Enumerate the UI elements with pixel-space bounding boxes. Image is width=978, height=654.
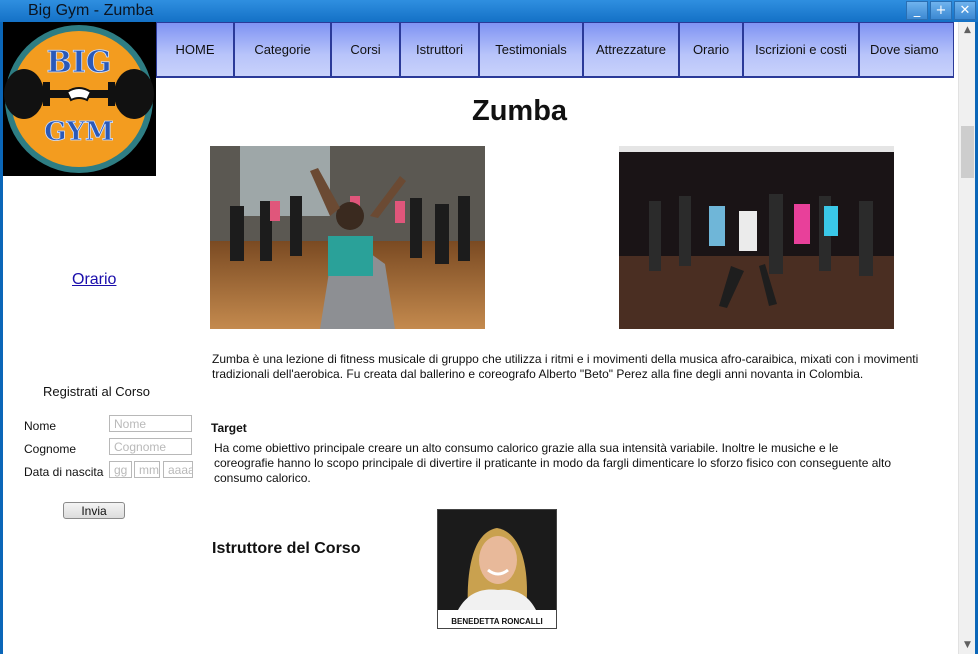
scroll-down-arrow-icon[interactable]: ▼ (959, 637, 975, 654)
submit-button[interactable]: Invia (63, 502, 125, 519)
window-buttons: _ + ✕ (906, 1, 976, 20)
vertical-scrollbar[interactable]: ▲ ▼ (958, 22, 975, 654)
instructor-photo (438, 510, 556, 610)
nav-orario[interactable]: Orario (679, 23, 743, 76)
zumba-class-photo-2 (619, 146, 894, 329)
surname-input[interactable] (109, 438, 192, 455)
instructor-heading: Istruttore del Corso (212, 540, 361, 557)
window-title: Big Gym - Zumba (28, 2, 154, 19)
close-button[interactable]: ✕ (954, 1, 976, 20)
zumba-class-photo-1 (210, 146, 485, 329)
nav-dove-siamo[interactable]: Dove siamo (859, 23, 954, 76)
nav-home[interactable]: HOME (156, 23, 234, 76)
logo-top-text: BIG (46, 45, 111, 80)
scroll-up-arrow-icon[interactable]: ▲ (959, 22, 975, 39)
instructor-name: BENEDETTA RONCALLI (451, 617, 543, 626)
big-gym-logo[interactable]: BIG GYM (3, 22, 156, 176)
nav-corsi[interactable]: Corsi (331, 23, 400, 76)
scroll-thumb[interactable] (961, 126, 974, 178)
main-nav: HOME Categorie Corsi Istruttori Testimon… (156, 22, 954, 78)
dob-month-input[interactable] (134, 461, 160, 478)
target-paragraph: Ha come obiettivo principale creare un a… (214, 441, 892, 485)
dob-year-input[interactable] (163, 461, 193, 478)
logo-bottom-text: GYM (44, 117, 114, 147)
target-heading: Target (211, 421, 247, 435)
logo-graphic: BIG GYM (3, 22, 156, 176)
dob-day-input[interactable] (109, 461, 132, 478)
page-title: Zumba (472, 95, 568, 127)
name-input[interactable] (109, 415, 192, 432)
surname-label: Cognome (24, 442, 77, 456)
nav-testimonials[interactable]: Testimonials (479, 23, 583, 76)
instructor-card[interactable]: BENEDETTA RONCALLI (437, 509, 557, 629)
name-label: Nome (24, 419, 57, 433)
nav-categorie[interactable]: Categorie (234, 23, 331, 76)
orario-link[interactable]: Orario (72, 271, 116, 289)
intro-paragraph: Zumba è una lezione di fitness musicale … (212, 352, 919, 381)
nav-attrezzature[interactable]: Attrezzature (583, 23, 679, 76)
nav-iscrizioni-costi[interactable]: Iscrizioni e costi (743, 23, 859, 76)
minimize-button[interactable]: _ (906, 1, 928, 20)
page-frame: BIG GYM HOME Categorie Corsi Istruttori … (3, 22, 975, 654)
window-titlebar: Big Gym - Zumba _ + ✕ (0, 0, 978, 22)
maximize-button[interactable]: + (930, 1, 952, 20)
dob-label: Data di nascita (24, 465, 104, 479)
register-form-title: Registrati al Corso (43, 384, 150, 399)
nav-istruttori[interactable]: Istruttori (400, 23, 479, 76)
